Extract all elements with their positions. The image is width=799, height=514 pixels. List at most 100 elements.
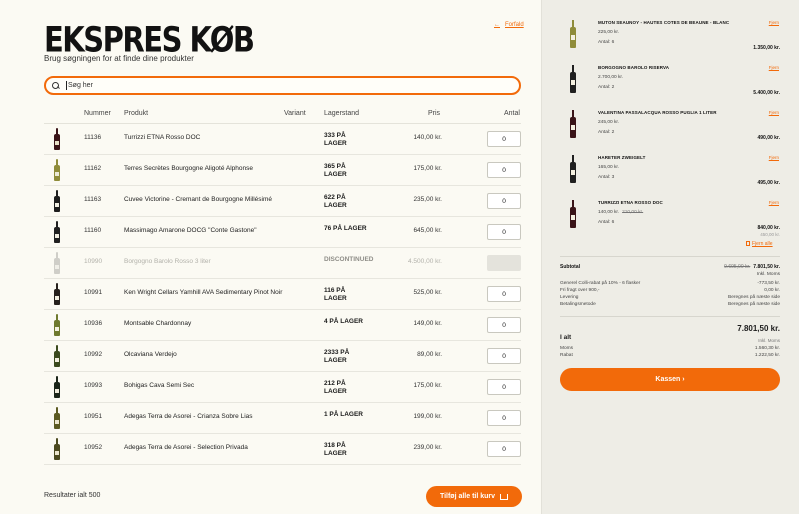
cart-item-old-price: 210,00 kr. xyxy=(622,210,644,215)
product-price: 235,00 kr. xyxy=(413,196,442,203)
cart-item: MUTON SEAUNOY - HAUTES COTES DE BEAUNE -… xyxy=(560,20,780,64)
cart-item: HARETER ZWEIGELT 165,00 kr. Antal: 3 495,00… xyxy=(560,155,780,199)
table-row: 11163 Cuvee Victorine - Cremant de Bourgo… xyxy=(44,186,521,217)
product-number: 11163 xyxy=(84,196,102,203)
column-header-product: Produkt xyxy=(124,110,149,117)
remove-item-button[interactable]: Fjern xyxy=(769,65,779,70)
cart-item-quantity: Antal: 2 xyxy=(598,130,615,135)
cart-item-unit-price: 140,00 kr. 210,00 kr. xyxy=(598,210,644,215)
search-field[interactable]: Søg her xyxy=(44,76,521,95)
cart-item-name: HARETER ZWEIGELT xyxy=(598,155,646,160)
wine-bottle-image xyxy=(570,155,576,183)
add-all-label: Tilføj alle til kurv xyxy=(439,493,496,500)
product-number: 10991 xyxy=(84,289,103,296)
quantity-input[interactable]: 0 xyxy=(487,317,521,333)
stock-status: 4 PÅ LAGER xyxy=(324,318,364,325)
table-row: 11136 Turrizzi ETNA Rosso DOC 333 PÅ LAGER… xyxy=(44,124,521,155)
quantity-input[interactable]: 0 xyxy=(487,131,521,147)
product-name[interactable]: Massimago Amarone DOCG "Conte Gastone" xyxy=(124,227,324,235)
subtotal-label: Subtotal xyxy=(560,264,580,270)
cart-item-name: MUTON SEAUNOY - HAUTES COTES DE BEAUNE -… xyxy=(598,20,730,25)
product-price: 149,00 kr. xyxy=(413,320,442,327)
stock-status: 1 PÅ LAGER xyxy=(324,411,364,418)
wine-bottle-image xyxy=(54,345,60,367)
quantity-input[interactable]: 0 xyxy=(487,162,521,178)
remove-all-button[interactable]: Fjern alle xyxy=(746,241,773,247)
product-number: 10990 xyxy=(84,258,103,265)
product-name[interactable]: Montsable Chardonnay xyxy=(124,320,324,328)
tax-line: Moms 1.560,30 kr. xyxy=(560,346,780,351)
summary-line: Betalingsmetode Beregnes på næste side xyxy=(560,302,780,307)
cart-item: BORGOGNO BAROLO RISERVA 2.700,00 kr. Antal… xyxy=(560,65,780,109)
add-all-to-cart-button[interactable]: Tilføj alle til kurv xyxy=(426,486,522,507)
product-name[interactable]: Ken Wright Cellars Yamhill AVA Sedimenta… xyxy=(124,289,324,297)
product-name[interactable]: Borgogno Barolo Rosso 3 liter xyxy=(124,258,324,266)
cart-item: TURRIZZI ETNA ROSSO DOC 140,00 kr. 210,00 … xyxy=(560,200,780,244)
checkout-button[interactable]: Kassen › xyxy=(560,368,780,391)
column-header-stock: Lagerstand xyxy=(324,110,360,117)
subtotal-row: Subtotal 9.695,00 kr. 7.801,50 kr. xyxy=(560,264,780,270)
summary-line: Fri fragt over 900,- 0,00 kr. xyxy=(560,288,780,293)
wine-bottle-image xyxy=(54,376,60,398)
product-price: 239,00 kr. xyxy=(413,444,442,451)
tax-line: Rabat 1.222,50 kr. xyxy=(560,353,780,358)
quantity-input[interactable]: 0 xyxy=(487,224,521,240)
product-name[interactable]: Cuvee Victorine - Cremant de Bourgogne M… xyxy=(124,196,324,204)
quantity-input[interactable]: 0 xyxy=(487,441,521,457)
column-header-price: Pris xyxy=(428,110,441,117)
wine-bottle-image xyxy=(54,407,60,429)
trash-icon xyxy=(746,241,750,246)
subtotal-old: 9.695,00 kr. xyxy=(724,264,751,270)
product-name[interactable]: Adegas Terra de Asorei - Crianza Sobre L… xyxy=(124,413,324,421)
quantity-input[interactable]: 0 xyxy=(487,379,521,395)
search-input[interactable]: Søg her xyxy=(68,82,93,89)
wine-bottle-image xyxy=(54,128,60,150)
product-price: 199,00 kr. xyxy=(413,413,442,420)
cart-item-quantity: Antal: 3 xyxy=(598,175,615,180)
remove-item-button[interactable]: Fjern xyxy=(769,200,779,205)
product-name[interactable]: Olcaviana Verdejo xyxy=(124,351,324,359)
wine-bottle-image xyxy=(570,110,576,138)
product-price: 525,00 kr. xyxy=(413,289,442,296)
remove-item-button[interactable]: Fjern xyxy=(769,110,779,115)
product-name[interactable]: Turrizzi ETNA Rosso DOC xyxy=(124,134,324,142)
table-row: 10992 Olcaviana Verdejo 2333 PÅ LAGER 89,00… xyxy=(44,341,521,372)
cart-item: VALENTINA PASSALACQUA ROSSO PUGLIA 1 LIT… xyxy=(560,110,780,154)
summary-line: Generel Colli-rabat på 10% - 6 flasker -7… xyxy=(560,281,780,286)
wine-bottle-image xyxy=(570,200,576,228)
quantity-input[interactable]: 0 xyxy=(487,348,521,364)
quantity-input[interactable]: 0 xyxy=(487,286,521,302)
text-cursor xyxy=(66,81,67,90)
product-number: 10993 xyxy=(84,382,103,389)
remove-item-button[interactable]: Fjern xyxy=(769,20,779,25)
total-row: I alt 7.801,50 kr. Inkl. Moms xyxy=(560,324,780,344)
quantity-input[interactable]: 0 xyxy=(487,410,521,426)
subtotal-vat-note: Inkl. Moms xyxy=(756,272,780,277)
wine-bottle-image xyxy=(570,65,576,93)
subtotal-value: 7.801,50 kr. xyxy=(753,264,780,270)
total-label: I alt xyxy=(560,334,572,341)
cart-item-unit-price: 2.700,00 kr. xyxy=(598,75,624,80)
quantity-input[interactable]: 0 xyxy=(487,193,521,209)
product-name[interactable]: Adegas Terra de Asorei - Selection Priva… xyxy=(124,444,324,452)
total-divider xyxy=(560,316,780,317)
product-price: 645,00 kr. xyxy=(413,227,442,234)
product-number: 10992 xyxy=(84,351,103,358)
product-name[interactable]: Bohigas Cava Semi Sec xyxy=(124,382,324,390)
stock-status: 365 PÅ LAGER xyxy=(324,163,347,178)
remove-all-label: Fjern alle xyxy=(752,241,773,247)
total-value: 7.801,50 kr. xyxy=(737,324,780,333)
product-price: 89,00 kr. xyxy=(417,351,442,358)
arrow-left-icon: ← xyxy=(494,22,500,28)
back-link[interactable]: ← Forfald xyxy=(494,22,524,28)
total-vat-note: Inkl. Moms xyxy=(758,338,780,343)
product-number: 10951 xyxy=(84,413,103,420)
summary-divider xyxy=(560,256,780,257)
table-row: 10991 Ken Wright Cellars Yamhill AVA Sedi… xyxy=(44,279,521,310)
stock-status: 116 PÅ LAGER xyxy=(324,287,347,302)
remove-item-button[interactable]: Fjern xyxy=(769,155,779,160)
column-header-variant: Variant xyxy=(284,110,306,117)
product-name[interactable]: Terres Secrètes Bourgogne Aligoté Alphon… xyxy=(124,165,324,173)
page-subtitle: Brug søgningen for at finde dine produkt… xyxy=(44,54,194,63)
table-row: 10990 Borgogno Barolo Rosso 3 liter DISCON… xyxy=(44,248,521,279)
